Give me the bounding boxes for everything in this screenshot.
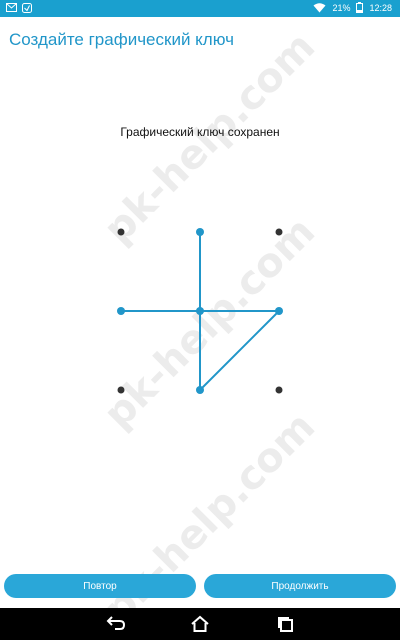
- home-icon[interactable]: [190, 615, 210, 633]
- pattern-dot[interactable]: [275, 228, 283, 236]
- continue-button[interactable]: Продолжить: [204, 574, 396, 598]
- pattern-dot-selected[interactable]: [196, 228, 204, 236]
- pattern-dot-selected[interactable]: [196, 386, 204, 394]
- pattern-dot[interactable]: [117, 228, 125, 236]
- back-icon[interactable]: [106, 615, 126, 633]
- pattern-dot[interactable]: [275, 386, 283, 394]
- recents-icon[interactable]: [276, 615, 296, 633]
- retry-button[interactable]: Повтор: [4, 574, 196, 598]
- pattern-grid[interactable]: [0, 0, 400, 640]
- pattern-dot-selected[interactable]: [117, 307, 125, 315]
- pattern-path-segment: [199, 310, 280, 391]
- pattern-dot-selected[interactable]: [275, 307, 283, 315]
- pattern-dot[interactable]: [117, 386, 125, 394]
- navigation-bar: [0, 608, 400, 640]
- pattern-dot-selected[interactable]: [196, 307, 204, 315]
